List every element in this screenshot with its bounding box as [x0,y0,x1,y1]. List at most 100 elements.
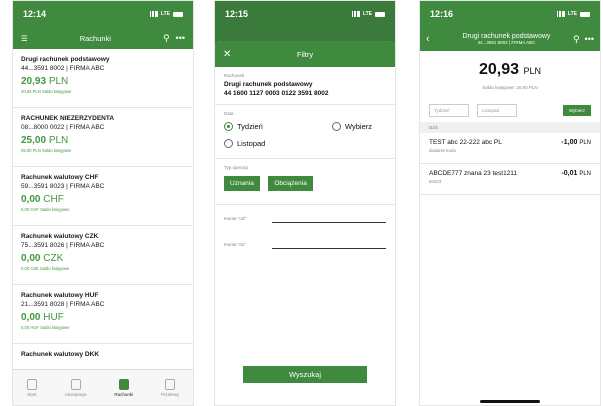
status-bar: 12:15 LTE [215,1,395,27]
nav-transfers[interactable]: Przelewy [161,378,179,397]
search-icon[interactable]: ⚲ [163,33,170,44]
account-number: 75...3591 8026 | FIRMA ABC [21,242,105,249]
account-item[interactable]: Rachunek walutowy CHF 59...3591 8023 | F… [13,167,193,226]
account-name: Drugi rachunek podstawowy [224,81,313,88]
account-book-balance: 0,00 CZK Saldo księgowe [21,266,70,271]
transaction-row[interactable]: TEST abc 22-222 abc PL dodanie kodu -1,0… [420,133,600,164]
more-icon[interactable]: ••• [585,34,594,45]
back-icon[interactable]: ‹ [426,33,440,45]
search-button[interactable]: Wyszukaj [243,366,367,383]
op-type-label: Typ operacji [224,165,249,170]
date-label: Data [224,111,234,116]
account-item[interactable]: Rachunek walutowy HUF 21...3591 8028 | F… [13,285,193,344]
page-title: Drugi rachunek podstawowy [462,33,551,40]
status-bar: 12:16 LTE [420,1,600,27]
nav-accounts[interactable]: Rachunki [114,378,133,397]
tab-november[interactable]: Listopad [477,104,517,117]
signal-icon [555,11,565,17]
account-book-balance: 25,00 PLN Saldo księgowe [21,148,72,153]
nav-acceptances[interactable]: Akceptacje [65,378,87,397]
app-bar: ☰ Rachunki ⚲ ••• [13,27,193,49]
account-item[interactable]: RACHUNEK NIEZERZYDENTA 08...8000 0022 | … [13,108,193,167]
account-name: Rachunek walutowy CZK [21,233,99,240]
sheet-header: ✕ Filtry [215,41,395,67]
account-book-balance: 0,00 HUF Saldo księgowe [21,325,70,330]
home-indicator [480,400,540,403]
account-name: RACHUNEK NIEZERZYDENTA [21,115,115,122]
menu-icon[interactable]: ☰ [21,34,28,43]
day-header: Dziś [420,122,600,133]
phone-filters: 12:15 LTE ✕ Filtry Rachunek Drugi rachun… [214,0,396,406]
status-time: 12:14 [23,9,47,19]
choose-button[interactable]: Wybierz [562,105,591,116]
transaction-desc: dodanie kodu [429,148,457,153]
network-type: LTE [160,11,170,17]
radio-choose[interactable]: Wybierz [331,122,372,131]
account-section[interactable]: Rachunek Drugi rachunek podstawowy 44 16… [215,67,395,105]
phone-account-details: 12:16 LTE ‹ Drugi rachunek podstawowy 44… [419,0,601,406]
status-time: 12:15 [225,9,249,19]
home-icon [26,378,37,390]
signal-icon [148,11,158,17]
account-number: 21...3591 8028 | FIRMA ABC [21,301,105,308]
account-book-balance: 20,93 PLN Saldo księgowe [21,89,72,94]
transfer-icon [164,378,175,390]
nav-start[interactable]: Start [26,378,37,397]
account-name: Rachunek walutowy HUF [21,292,99,299]
accounts-list: Drugi rachunek podstawowy 44...3591 8002… [13,49,193,403]
tab-week[interactable]: Tydzień [429,104,469,117]
operation-type-section: Typ operacji Uznania Obciążenia [215,159,395,205]
account-balance: 0,00 CZK [21,253,64,264]
transaction-desc: test23 [429,179,442,184]
battery-icon [375,11,385,17]
network-type: LTE [567,11,577,17]
account-balance: 0,00 HUF [21,312,64,323]
status-bar: 12:14 LTE [13,1,193,27]
account-book-balance: 0,00 CHF Saldo księgowe [21,207,70,212]
bottom-nav: Start Akceptacje Rachunki Przelewy [13,369,193,405]
book-balance: Saldo księgowe: 20,93 PLN [482,85,538,90]
page-subtitle: 44...3591 8002 | FIRMA ABC [477,40,536,45]
account-number: 44...3591 8002 | FIRMA ABC [21,65,105,72]
account-name: Rachunek walutowy DKK [21,351,100,358]
radio-november[interactable]: Listopad [224,139,386,148]
transaction-name: TEST abc 22-222 abc PL [429,139,502,146]
more-icon[interactable]: ••• [176,33,185,44]
amount-to-field[interactable]: Kwota "do" [215,231,395,257]
account-balance: 25,00 PLN [21,135,69,146]
radio-week[interactable]: Tydzień [224,122,263,131]
header: 12:16 LTE ‹ Drugi rachunek podstawowy 44… [420,1,600,51]
network-type: LTE [362,11,372,17]
transaction-name: ABCDE777 znana 23 test1211 [429,170,518,177]
battery-icon [580,11,590,17]
transaction-amount: -1,00 PLN [561,139,591,146]
battery-icon [173,11,183,17]
debit-chip[interactable]: Obciążenia [268,176,313,191]
page-title: Rachunki [79,33,111,43]
account-item[interactable]: Rachunek walutowy CZK 75...3591 8026 | F… [13,226,193,285]
close-icon[interactable]: ✕ [223,49,243,60]
shield-icon [70,378,81,390]
balance-amount: 20,93 PLN [478,61,541,78]
account-label: Rachunek [224,73,245,78]
account-balance: 0,00 CHF [21,194,64,205]
search-icon[interactable]: ⚲ [573,34,580,45]
account-balance: 20,93 PLN [21,76,69,87]
period-filter: Tydzień Listopad Wybierz [420,104,600,117]
account-number: 59...3591 8023 | FIRMA ABC [21,183,105,190]
transaction-row[interactable]: ABCDE777 znana 23 test1211 test23 -0,01 … [420,164,600,195]
account-number: 08...8000 0022 | FIRMA ABC [21,124,105,131]
account-number: 44 1600 1127 0003 0122 3591 8002 [224,90,329,97]
filters-sheet: ✕ Filtry Rachunek Drugi rachunek podstaw… [215,41,395,405]
credit-chip[interactable]: Uznania [224,176,260,191]
account-item[interactable]: Drugi rachunek podstawowy 44...3591 8002… [13,49,193,108]
date-section: Data Tydzień Wybierz Listopad [215,105,395,159]
wallet-icon [118,378,129,390]
account-name: Rachunek walutowy CHF [21,174,99,181]
sheet-title: Filtry [296,49,314,59]
account-name: Drugi rachunek podstawowy [21,56,110,63]
amount-from-field[interactable]: Kwota "od" [215,205,395,231]
status-time: 12:16 [430,9,454,19]
signal-icon [350,11,360,17]
transaction-amount: -0,01 PLN [561,170,591,177]
